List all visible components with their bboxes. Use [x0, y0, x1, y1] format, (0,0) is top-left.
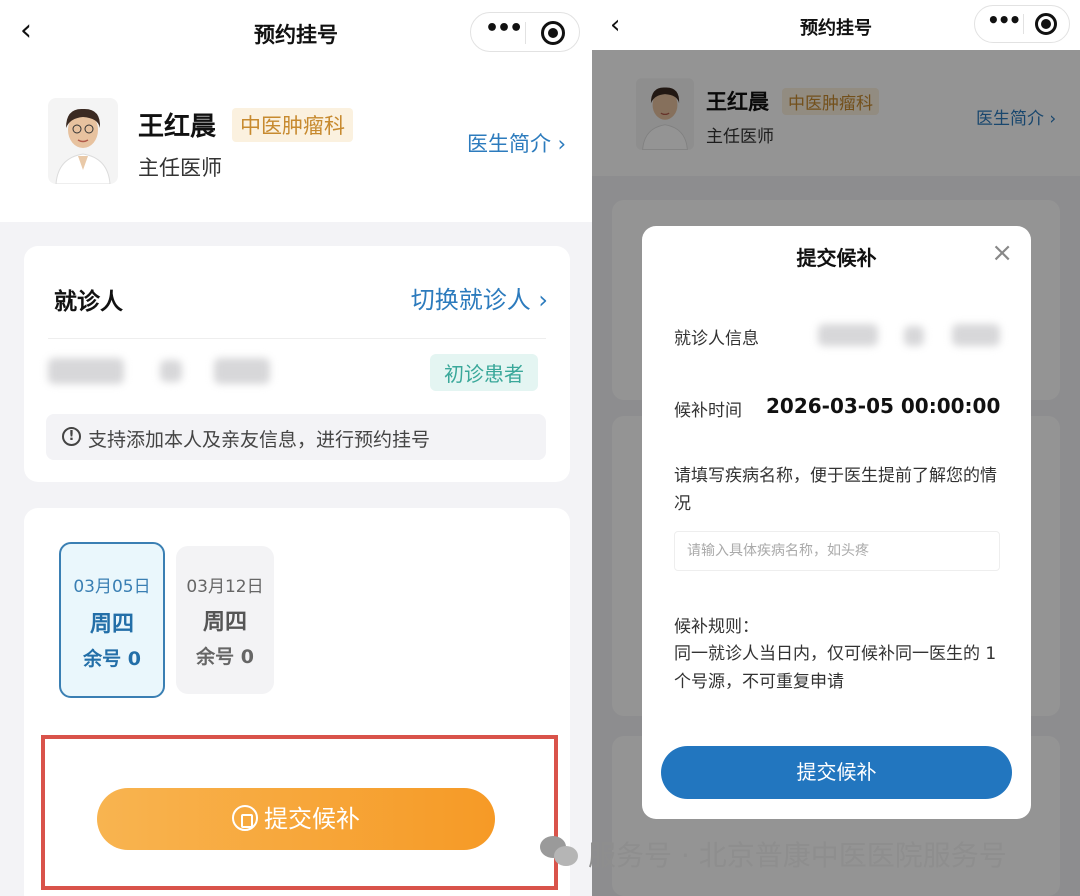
right-screen: ‹ 预约挂号 ••• 王红晨 中医肿瘤科 主任医师 医生简介 › 提交候补 × … — [592, 0, 1080, 896]
patient-name-redacted — [818, 324, 878, 346]
divider — [48, 338, 546, 339]
mini-program-capsule: ••• — [974, 5, 1070, 43]
modal-title: 提交候补 — [796, 246, 877, 270]
weekday-text: 周四 — [89, 612, 134, 637]
patient-gender-redacted — [904, 326, 924, 346]
remaining-text: 余号 0 — [196, 646, 254, 668]
disease-input[interactable] — [674, 531, 1000, 571]
doctor-title: 主任医师 — [138, 156, 222, 180]
waitlist-icon — [232, 805, 258, 831]
waitlist-time-value: 2026-03-05 00:00:00 — [766, 394, 1001, 418]
doctor-header: 王红晨 中医肿瘤科 主任医师 医生简介 › — [0, 62, 592, 222]
info-icon: ! — [62, 427, 81, 446]
remaining-text: 余号 0 — [83, 648, 141, 670]
switch-patient-link[interactable]: 切换就诊人 › — [411, 280, 548, 315]
patient-gender-redacted — [160, 360, 182, 382]
rules-title: 候补规则： — [674, 617, 759, 637]
patient-notice: ! 支持添加本人及亲友信息，进行预约挂号 — [46, 414, 546, 460]
submit-waitlist-button[interactable]: 提交候补 — [97, 788, 495, 850]
date-text: 03月12日 — [186, 577, 264, 597]
date-tile-selected[interactable]: 03月05日 周四 余号 0 — [59, 542, 165, 698]
patient-label: 就诊人 — [54, 289, 123, 315]
weekday-text: 周四 — [202, 610, 247, 635]
doctor-intro-link[interactable]: 医生简介 › — [467, 128, 566, 158]
waitlist-time-label: 候补时间 — [674, 401, 742, 421]
wechat-icon — [540, 836, 580, 868]
capsule-divider — [525, 22, 526, 44]
doctor-name: 王红晨 — [138, 112, 217, 142]
patient-info-label: 就诊人信息 — [674, 329, 759, 349]
patient-card: 就诊人 切换就诊人 › 初诊患者 ! 支持添加本人及亲友信息，进行预约挂号 — [24, 246, 570, 482]
mini-program-capsule: ••• — [470, 12, 580, 52]
nav-bar: ‹ 预约挂号 ••• — [0, 0, 592, 62]
date-text: 03月05日 — [73, 577, 151, 597]
waitlist-modal: 提交候补 × 就诊人信息 候补时间 2026-03-05 00:00:00 请填… — [642, 226, 1031, 819]
patient-age-redacted — [214, 358, 270, 384]
department-tag: 中医肿瘤科 — [232, 108, 353, 142]
disease-hint: 请填写疾病名称，便于医生提前了解您的情况 — [674, 466, 997, 514]
watermark-text: 服务号 · 北京普康中医医院服务号 — [588, 839, 1007, 872]
notice-text: 支持添加本人及亲友信息，进行预约挂号 — [88, 429, 431, 451]
left-screen: ‹ 预约挂号 ••• 王红晨 中医肿瘤科 主任医师 医生简介 › 就诊人 切换就… — [0, 0, 592, 896]
rules-text: 同一就诊人当日内，仅可候补同一医生的 1 个号源，不可重复申请 — [674, 644, 997, 692]
close-icon[interactable]: × — [991, 238, 1013, 268]
more-icon[interactable]: ••• — [987, 8, 1021, 32]
submit-label: 提交候补 — [264, 805, 360, 833]
first-visit-badge: 初诊患者 — [430, 354, 538, 391]
screenshot-composite: ‹ 预约挂号 ••• 王红晨 中医肿瘤科 主任医师 医生简介 › 就诊人 切换就… — [0, 0, 1080, 896]
nav-bar: ‹ 预约挂号 ••• — [592, 0, 1080, 50]
close-mini-program-icon[interactable] — [541, 21, 565, 45]
patient-age-redacted — [952, 324, 1000, 346]
capsule-divider — [1023, 14, 1024, 34]
patient-name-redacted — [48, 358, 124, 384]
watermark: 服务号 · 北京普康中医医院服务号 — [540, 830, 1080, 876]
doctor-avatar — [48, 98, 118, 184]
submit-waitlist-button[interactable]: 提交候补 — [661, 746, 1012, 799]
close-mini-program-icon[interactable] — [1035, 13, 1057, 35]
date-tile[interactable]: 03月12日 周四 余号 0 — [176, 546, 274, 694]
more-icon[interactable]: ••• — [485, 16, 523, 41]
